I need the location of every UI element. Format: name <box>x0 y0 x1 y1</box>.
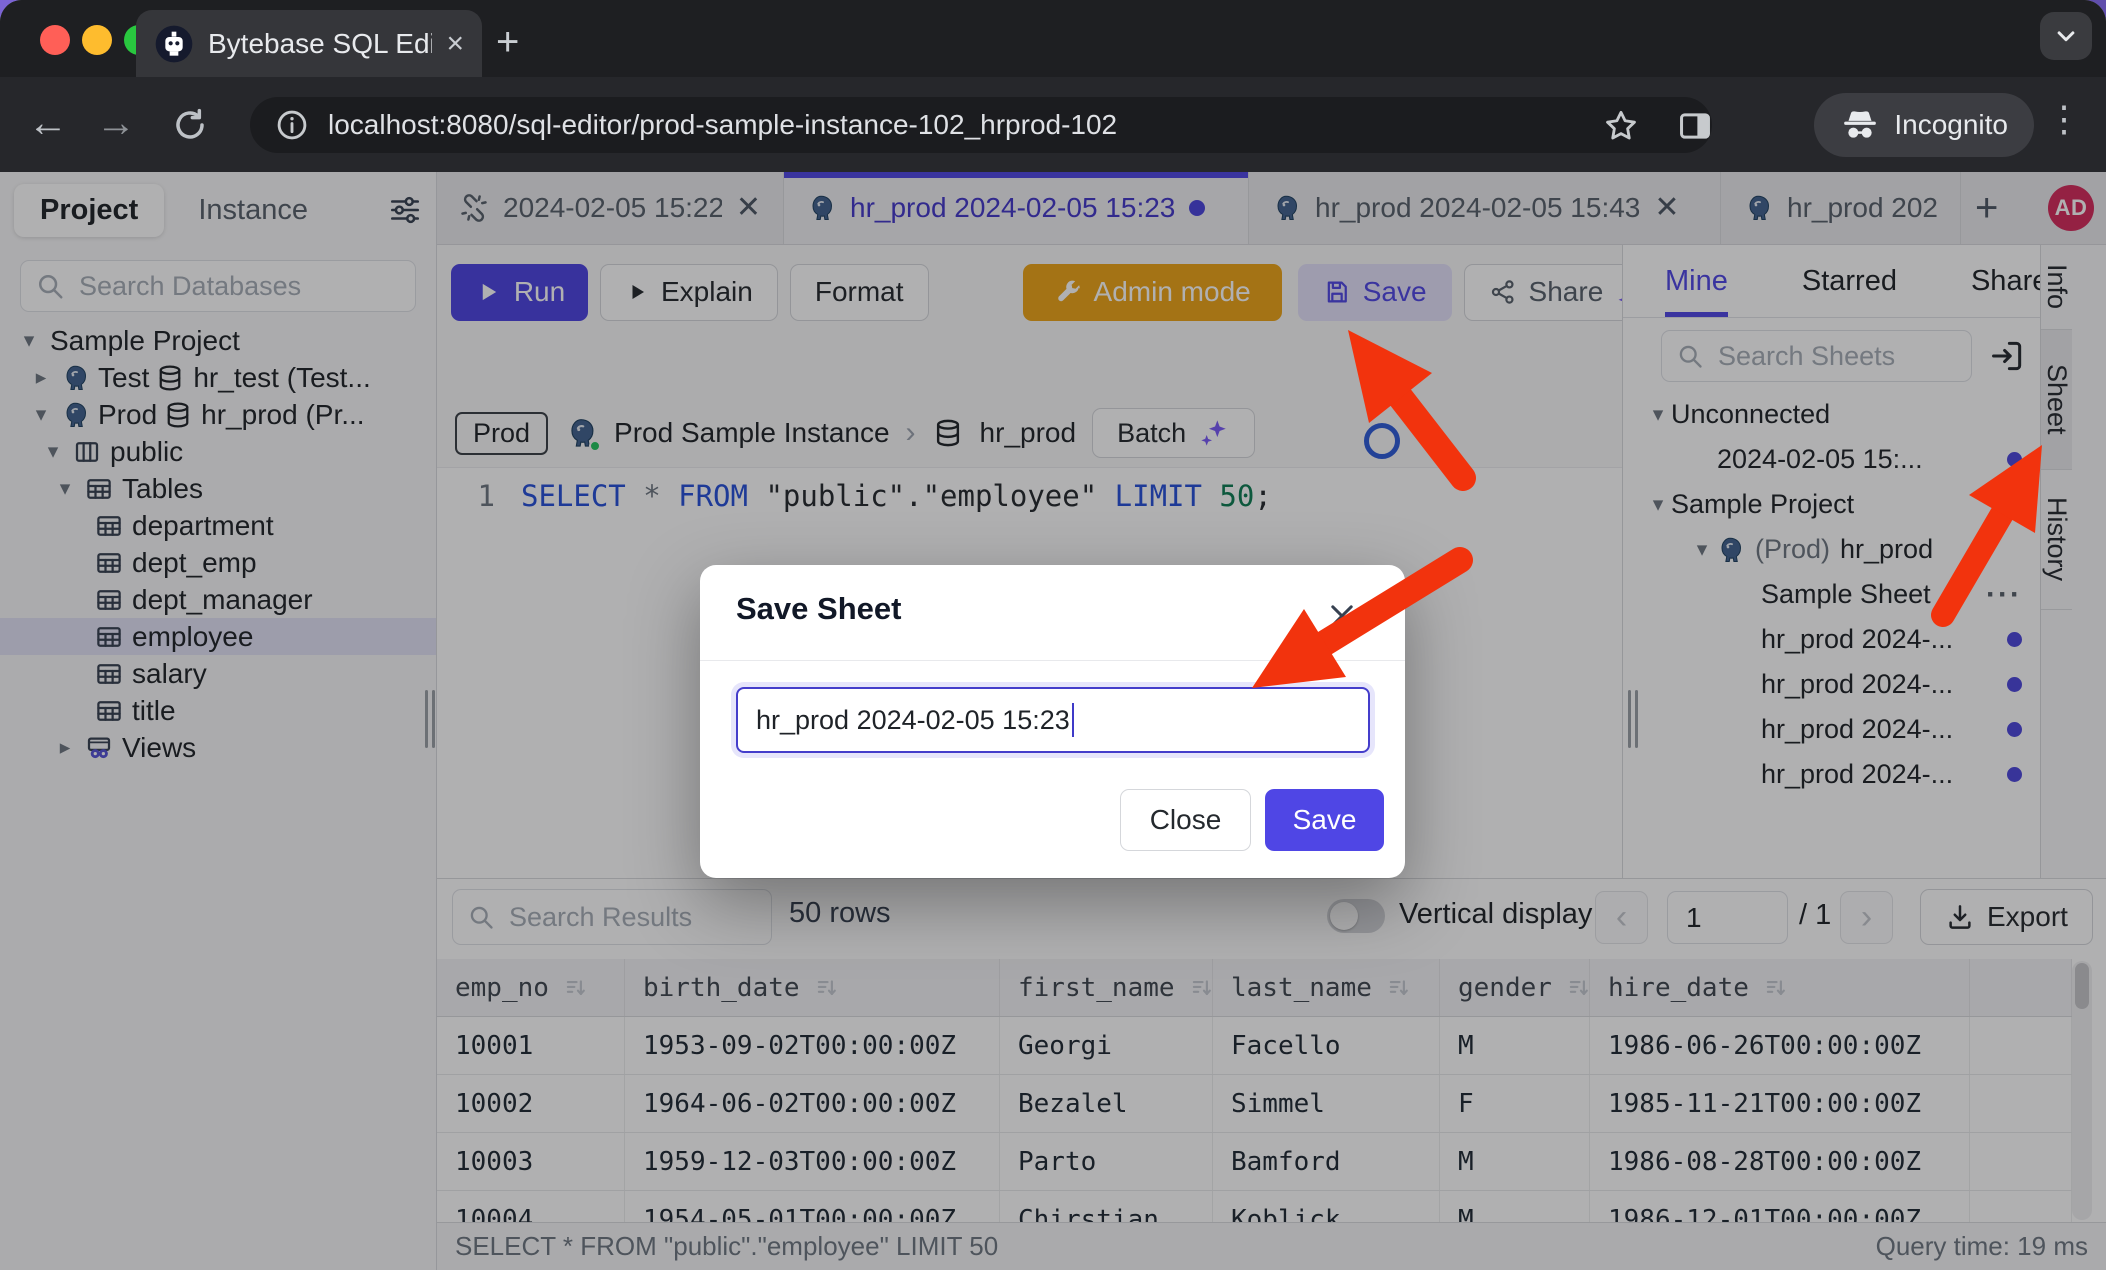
bytebase-sql-editor-window: Bytebase SQL Editor × + ← → localhost:80… <box>0 0 2106 1270</box>
bookmark-star-icon[interactable] <box>1602 107 1640 145</box>
site-info-icon[interactable] <box>274 107 310 143</box>
address-bar[interactable]: localhost:8080/sql-editor/prod-sample-in… <box>250 97 1712 153</box>
dialog-title: Save Sheet <box>736 591 901 627</box>
bytebase-favicon-icon <box>154 24 194 64</box>
incognito-icon <box>1840 105 1880 145</box>
sheet-name-value: hr_prod 2024-02-05 15:23 <box>756 705 1070 736</box>
browser-tab[interactable]: Bytebase SQL Editor × <box>136 10 482 77</box>
save-sheet-dialog: Save Sheet hr_prod 2024-02-05 15:23 Clos… <box>700 565 1405 878</box>
tab-search-chevron-button[interactable] <box>2040 12 2092 60</box>
reload-icon[interactable] <box>170 105 210 145</box>
forward-icon[interactable]: → <box>96 103 136 143</box>
new-browser-tab-button[interactable]: + <box>496 22 519 62</box>
back-icon[interactable]: ← <box>28 103 68 143</box>
incognito-label: Incognito <box>1894 109 2008 141</box>
browser-tab-close-icon[interactable]: × <box>446 27 464 61</box>
dialog-divider <box>700 660 1405 661</box>
window-close-button[interactable] <box>40 25 70 55</box>
url-text: localhost:8080/sql-editor/prod-sample-in… <box>328 109 1117 141</box>
browser-chrome: Bytebase SQL Editor × + ← → localhost:80… <box>0 0 2106 172</box>
browser-tab-title: Bytebase SQL Editor <box>208 28 432 60</box>
chevron-down-icon <box>2051 21 2081 51</box>
browser-tabstrip: Bytebase SQL Editor × + <box>0 0 2106 77</box>
incognito-badge: Incognito <box>1814 93 2034 157</box>
dialog-close-icon[interactable] <box>1325 599 1359 633</box>
text-caret <box>1072 703 1074 737</box>
side-panel-icon[interactable] <box>1676 107 1714 145</box>
dialog-close-button[interactable]: Close <box>1120 789 1251 851</box>
dialog-save-button[interactable]: Save <box>1265 789 1384 851</box>
browser-menu-icon[interactable]: ⋮ <box>2046 101 2082 137</box>
window-minimize-button[interactable] <box>82 25 112 55</box>
browser-toolbar: ← → localhost:8080/sql-editor/prod-sampl… <box>0 77 2106 172</box>
sheet-name-input[interactable]: hr_prod 2024-02-05 15:23 <box>736 687 1370 753</box>
